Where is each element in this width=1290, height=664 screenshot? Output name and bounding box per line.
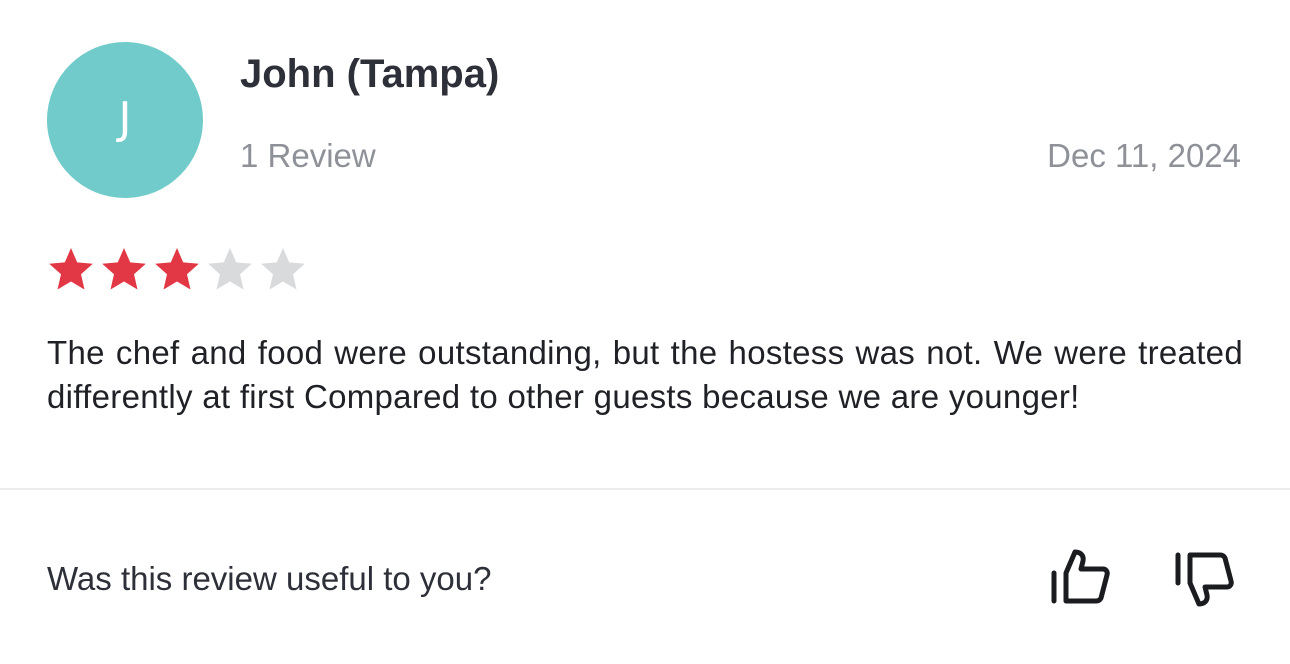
helpful-button[interactable]	[1046, 546, 1114, 610]
avatar: J	[47, 42, 203, 198]
star-filled-icon	[102, 248, 146, 290]
star-empty-icon	[261, 248, 305, 290]
thumbs-down-icon	[1175, 552, 1234, 607]
thumbs-up-icon	[1051, 549, 1110, 604]
feedback-question: Was this review useful to you?	[47, 560, 492, 597]
review-date: Dec 11, 2024	[1047, 137, 1241, 174]
avatar-initial: J	[118, 93, 132, 144]
star-filled-icon	[155, 248, 199, 290]
review-text: The chef and food were outstanding, but …	[47, 334, 1243, 415]
star-empty-icon	[208, 248, 252, 290]
reviewer-review-count: 1 Review	[240, 137, 376, 174]
star-rating	[47, 243, 312, 295]
not-helpful-button[interactable]	[1170, 546, 1238, 610]
divider	[0, 488, 1290, 490]
star-filled-icon	[49, 248, 93, 290]
reviewer-name: John (Tampa)	[240, 52, 500, 96]
